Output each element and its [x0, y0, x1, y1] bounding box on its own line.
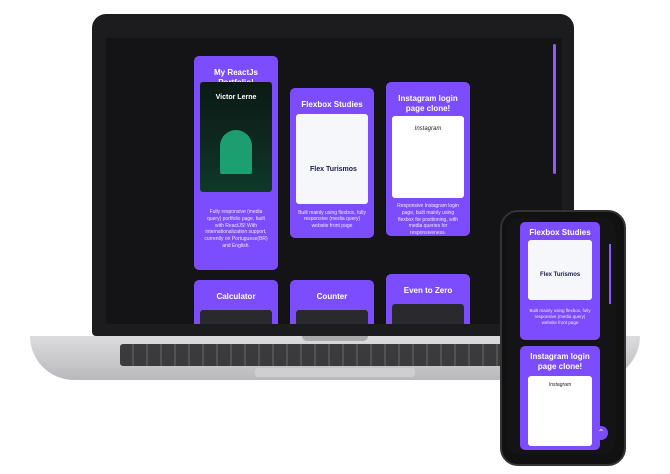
- portfolio-thumbnail: Victor Lerne: [200, 82, 272, 192]
- scrollbar[interactable]: [553, 44, 556, 174]
- phone-flexbox-thumbnail: Flex Turismos: [528, 240, 592, 300]
- calculator-thumbnail: [200, 310, 272, 324]
- card-description: Built mainly using flexbox, fully respon…: [298, 209, 366, 230]
- instagram-thumbnail: Instagram: [392, 116, 464, 198]
- thumb-logo: Instagram: [548, 382, 572, 388]
- laptop-notch: [302, 336, 368, 341]
- card-description: Built mainly using flexbox, fully respon…: [529, 307, 591, 325]
- phone-instagram-thumbnail: Instagram: [528, 376, 592, 446]
- thumb-brand: Flex Turismos: [310, 166, 357, 173]
- card-description: Fully responsive (media query) portfolio…: [204, 209, 268, 249]
- project-card-counter[interactable]: Counter: [290, 280, 374, 324]
- counter-thumbnail: [296, 310, 368, 324]
- thumb-name: Victor Lerne: [215, 94, 257, 101]
- project-card-flexbox[interactable]: Flexbox Studies Flex Turismos Built main…: [290, 88, 374, 238]
- phone-notch: [540, 214, 584, 222]
- avatar: [220, 130, 252, 174]
- thumb-logo: Instagram: [414, 126, 442, 132]
- scroll-top-button[interactable]: ⌃: [594, 426, 608, 440]
- laptop-keyboard: [120, 344, 550, 366]
- card-title: Flexbox Studies: [301, 100, 363, 109]
- flexbox-thumbnail: Flex Turismos: [296, 114, 368, 204]
- phone-project-card-flexbox[interactable]: Flexbox Studies Flex Turismos Built main…: [520, 222, 600, 340]
- laptop-trackpad: [255, 368, 415, 377]
- card-title: Instagram login page clone!: [398, 94, 458, 113]
- thumb-brand: Flex Turismos: [540, 272, 581, 278]
- project-card-instagram[interactable]: Instagram login page clone! Instagram Re…: [386, 82, 470, 236]
- even-to-zero-thumbnail: [392, 304, 464, 324]
- card-title: Flexbox Studies: [529, 228, 591, 237]
- card-title: Calculator: [216, 292, 256, 301]
- card-title: Even to Zero: [403, 286, 453, 295]
- phone-scrollbar[interactable]: [609, 244, 611, 304]
- card-title: Counter: [316, 292, 348, 301]
- phone-project-card-instagram[interactable]: Instagram login page clone! Instagram: [520, 346, 600, 450]
- laptop-screen: My ReactJs Portfolio! Victor Lerne Fully…: [106, 38, 562, 324]
- project-card-calculator[interactable]: Calculator: [194, 280, 278, 324]
- card-title: Instagram login page clone!: [530, 352, 590, 371]
- card-description: Responsive Instagram login page, built m…: [397, 203, 459, 236]
- project-card-portfolio[interactable]: My ReactJs Portfolio! Victor Lerne Fully…: [194, 56, 278, 270]
- project-card-even-to-zero[interactable]: Even to Zero: [386, 274, 470, 324]
- phone-screen: Flexbox Studies Flex Turismos Built main…: [506, 218, 616, 454]
